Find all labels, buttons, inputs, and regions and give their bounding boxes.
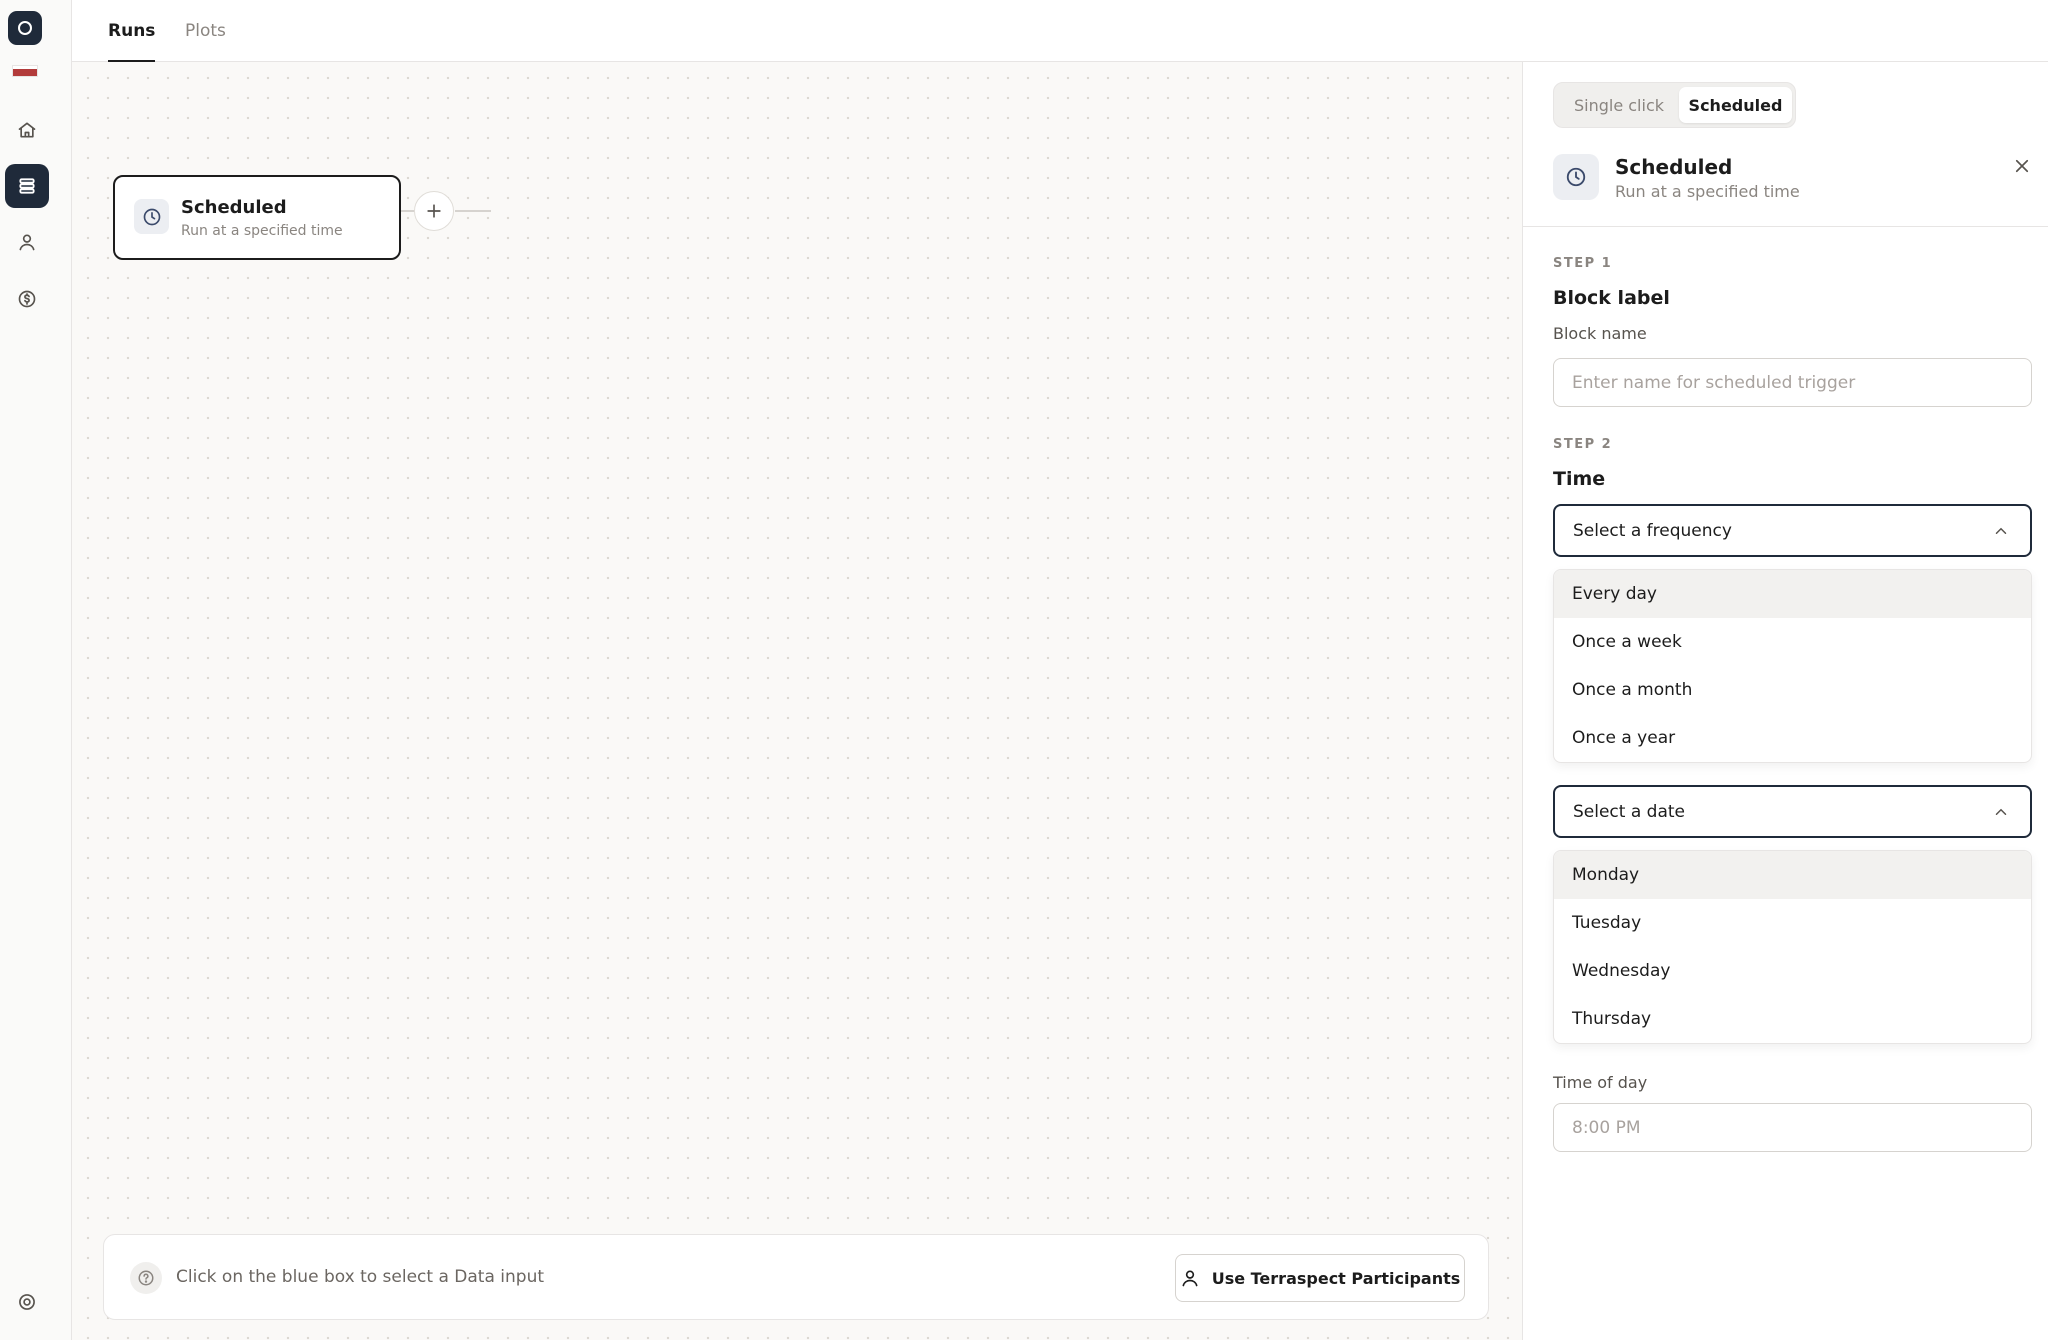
frequency-option[interactable]: Once a week xyxy=(1554,618,2031,666)
left-rail xyxy=(0,0,72,1340)
use-participants-button[interactable]: Use Terraspect Participants xyxy=(1175,1254,1465,1302)
block-name-input[interactable] xyxy=(1553,358,2032,407)
database-icon[interactable] xyxy=(5,164,49,208)
date-option[interactable]: Thursday xyxy=(1554,995,2031,1043)
time-of-day-input[interactable] xyxy=(1553,1103,2032,1152)
user-icon[interactable] xyxy=(5,220,49,264)
time-of-day-label: Time of day xyxy=(1553,1073,1648,1092)
frequency-select[interactable]: Select a frequency xyxy=(1553,504,2032,557)
block-config-panel: Single click Scheduled Scheduled Run at … xyxy=(1522,62,2048,1340)
plus-icon xyxy=(427,204,441,218)
frequency-option[interactable]: Once a year xyxy=(1554,714,2031,762)
block-name-label: Block name xyxy=(1553,324,1647,343)
node-title: Scheduled xyxy=(181,197,287,218)
step2-label: STEP 2 xyxy=(1553,437,1613,452)
close-icon[interactable] xyxy=(2010,154,2034,178)
flag-icon xyxy=(12,65,38,77)
dollar-icon[interactable] xyxy=(5,277,49,321)
connector-line xyxy=(401,210,415,212)
segment-single-click[interactable]: Single click xyxy=(1558,87,1680,123)
date-option[interactable]: Wednesday xyxy=(1554,947,2031,995)
frequency-option[interactable]: Every day xyxy=(1554,570,2031,618)
node-subtitle: Run at a specified time xyxy=(181,223,343,239)
help-icon xyxy=(130,1262,162,1294)
panel-title: Scheduled xyxy=(1615,155,1733,179)
clock-icon xyxy=(1553,154,1599,200)
scheduled-node[interactable]: Scheduled Run at a specified time xyxy=(113,175,401,260)
date-options: Monday Tuesday Wednesday Thursday xyxy=(1553,850,2032,1044)
tab-plots[interactable]: Plots xyxy=(185,0,226,62)
frequency-select-value: Select a frequency xyxy=(1573,521,1732,541)
connector-line xyxy=(455,210,491,212)
frequency-option[interactable]: Once a month xyxy=(1554,666,2031,714)
clock-icon xyxy=(134,199,169,234)
hint-text: Click on the blue box to select a Data i… xyxy=(176,1267,545,1287)
date-select-value: Select a date xyxy=(1573,802,1686,822)
segment-scheduled[interactable]: Scheduled xyxy=(1679,87,1792,123)
chevron-up-icon xyxy=(1995,808,2007,815)
time-heading: Time xyxy=(1553,468,1606,490)
settings-icon[interactable] xyxy=(5,1280,49,1324)
workflow-canvas[interactable]: Scheduled Run at a specified time Click … xyxy=(72,62,1522,1340)
logo-icon[interactable] xyxy=(8,11,42,45)
date-select[interactable]: Select a date xyxy=(1553,785,2032,838)
hint-bar: Click on the blue box to select a Data i… xyxy=(103,1234,1489,1320)
date-option[interactable]: Tuesday xyxy=(1554,899,2031,947)
chevron-up-icon xyxy=(1995,527,2007,534)
home-icon[interactable] xyxy=(5,108,49,152)
top-bar: Runs Plots xyxy=(72,0,2048,62)
trigger-type-toggle: Single click Scheduled xyxy=(1553,82,1796,128)
step1-label: STEP 1 xyxy=(1553,256,1613,271)
use-participants-label: Use Terraspect Participants xyxy=(1211,1268,1461,1288)
user-icon xyxy=(1182,1270,1198,1287)
panel-subtitle: Run at a specified time xyxy=(1615,182,1800,201)
divider xyxy=(1523,226,2048,227)
block-label-heading: Block label xyxy=(1553,287,1670,309)
date-option[interactable]: Monday xyxy=(1554,851,2031,899)
frequency-options: Every day Once a week Once a month Once … xyxy=(1553,569,2032,763)
add-block-button[interactable] xyxy=(414,191,454,231)
tab-runs[interactable]: Runs xyxy=(108,0,156,62)
